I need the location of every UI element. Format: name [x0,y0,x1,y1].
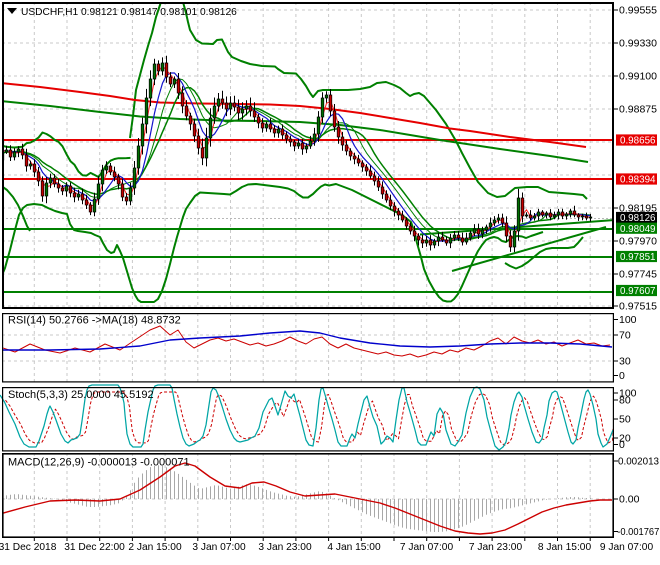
svg-text:0.97607: 0.97607 [620,285,656,297]
svg-text:31 Dec 2018: 31 Dec 2018 [0,542,57,553]
svg-text:4 Jan 15:00: 4 Jan 15:00 [327,542,381,553]
svg-text:100: 100 [619,314,637,326]
svg-text:70: 70 [619,330,631,342]
svg-text:9 Jan 07:00: 9 Jan 07:00 [600,542,654,553]
svg-text:0.97515: 0.97515 [619,301,657,313]
svg-text:0.98656: 0.98656 [620,135,656,147]
svg-text:0.98875: 0.98875 [619,104,657,116]
svg-text:8 Jan 15:00: 8 Jan 15:00 [538,542,592,553]
svg-text:Stoch(5,3,3) 25.0000 45.5192: Stoch(5,3,3) 25.0000 45.5192 [8,389,154,401]
svg-text:80: 80 [619,395,631,407]
svg-text:0.00: 0.00 [619,494,640,506]
svg-text:0.97851: 0.97851 [620,251,656,263]
svg-text:0.98049: 0.98049 [620,223,656,235]
svg-text:0: 0 [619,370,625,382]
svg-text:0.99555: 0.99555 [619,5,657,17]
svg-text:3 Jan 23:00: 3 Jan 23:00 [258,542,312,553]
svg-text:0.99100: 0.99100 [619,71,657,83]
svg-text:50: 50 [619,414,631,426]
svg-text:30: 30 [619,356,631,368]
svg-text:0: 0 [619,439,625,451]
svg-text:MACD(12,26,9) -0.000013 -0.000: MACD(12,26,9) -0.000013 -0.000071 [8,457,190,469]
svg-text:0.002013: 0.002013 [618,456,659,468]
svg-text:0.97745: 0.97745 [619,269,657,281]
svg-text:7 Jan 23:00: 7 Jan 23:00 [469,542,523,553]
svg-text:USDCHF,H1 0.98121 0.98147 0.9: USDCHF,H1 0.98121 0.98147 0.98101 0.9812… [21,7,237,18]
svg-text:7 Jan 07:00: 7 Jan 07:00 [400,542,454,553]
svg-text:2 Jan 15:00: 2 Jan 15:00 [128,542,182,553]
svg-text:RSI(14) 50.2766 ->MA(18) 48.8: RSI(14) 50.2766 ->MA(18) 48.8732 [8,315,181,327]
svg-text:3 Jan 07:00: 3 Jan 07:00 [192,542,246,553]
svg-text:31 Dec 22:00: 31 Dec 22:00 [64,542,125,553]
svg-text:0.98394: 0.98394 [620,174,656,186]
svg-text:0.99330: 0.99330 [619,38,657,50]
svg-text:-0.001767: -0.001767 [617,526,659,538]
svg-text:0.97970: 0.97970 [619,236,657,248]
